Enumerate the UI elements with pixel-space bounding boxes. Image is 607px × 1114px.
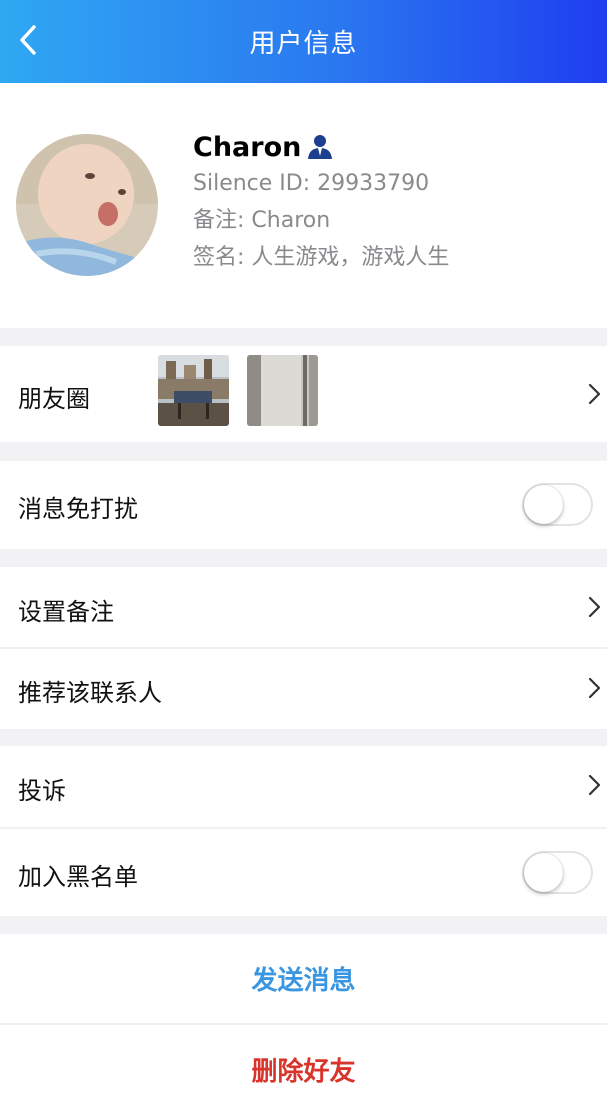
- moments-thumbnail-1: [158, 355, 229, 426]
- recommend-row[interactable]: 推荐该联系人: [0, 649, 607, 729]
- moments-label: 朋友圈: [18, 385, 90, 413]
- blacklist-row: 加入黑名单: [0, 829, 607, 916]
- chevron-right-icon: [588, 596, 601, 618]
- remark-text: 备注: Charon: [193, 208, 331, 233]
- profile-info: Charon Silence ID: 29933790 备注: Charon 签…: [193, 129, 449, 276]
- toggle-knob: [524, 853, 563, 892]
- avatar[interactable]: [16, 134, 158, 276]
- dnd-row: 消息免打扰: [0, 461, 607, 549]
- toggle-knob: [524, 485, 563, 524]
- silence-id: Silence ID: 29933790: [193, 171, 430, 196]
- recommend-label: 推荐该联系人: [18, 679, 162, 707]
- send-message-button[interactable]: 发送消息: [0, 934, 607, 1023]
- blacklist-toggle[interactable]: [522, 851, 593, 894]
- signature-text: 签名: 人生游戏，游戏人生: [193, 245, 450, 270]
- blacklist-label: 加入黑名单: [18, 863, 138, 891]
- chevron-right-icon: [588, 774, 601, 796]
- moments-thumbnail-2: [247, 355, 318, 426]
- dnd-label: 消息免打扰: [18, 495, 138, 523]
- profile-name: Charon: [193, 131, 302, 163]
- chevron-right-icon: [588, 677, 601, 699]
- delete-friend-button[interactable]: 删除好友: [0, 1025, 607, 1114]
- chevron-right-icon: [588, 383, 601, 405]
- complain-label: 投诉: [18, 777, 66, 805]
- user-badge-icon: [307, 134, 333, 160]
- page-title: 用户信息: [249, 29, 358, 59]
- set-remark-label: 设置备注: [18, 598, 114, 626]
- moments-row[interactable]: 朋友圈: [0, 346, 607, 442]
- chevron-left-icon: [20, 25, 36, 55]
- complain-row[interactable]: 投诉: [0, 746, 607, 827]
- dnd-toggle[interactable]: [522, 483, 593, 526]
- back-button[interactable]: [8, 20, 48, 60]
- set-remark-row[interactable]: 设置备注: [0, 567, 607, 647]
- profile-card: Charon Silence ID: 29933790 备注: Charon 签…: [0, 83, 607, 328]
- nav-bar: 用户信息: [0, 0, 607, 83]
